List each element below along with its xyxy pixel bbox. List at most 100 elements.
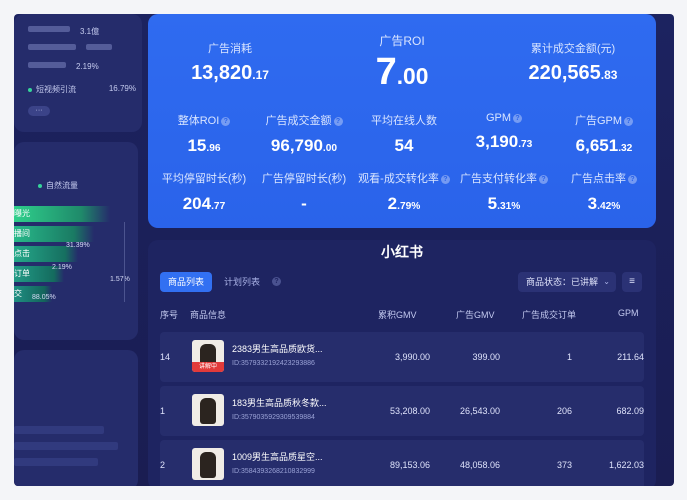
- blurred-value: [86, 44, 112, 50]
- cell-gpm: 1,622.03: [608, 460, 644, 470]
- summary-value: 16.79%: [108, 84, 136, 93]
- placeholder-bar: [14, 442, 118, 450]
- metric-tile: 平均停留时长(秒) 204.77: [154, 170, 254, 214]
- help-icon[interactable]: ?: [628, 174, 637, 184]
- metric-label: 广告消耗: [208, 43, 252, 55]
- product-id: ID:3579332192423293886: [232, 360, 315, 367]
- product-thumbnail[interactable]: [192, 448, 224, 480]
- blurred-label: [28, 26, 70, 32]
- help-icon[interactable]: ?: [333, 116, 343, 126]
- table-row[interactable]: 14 讲解中 2383男生高品质欧货... ID:357933219242329…: [160, 332, 644, 382]
- cell-gmv: 3,990.00: [394, 352, 430, 362]
- funnel-percent: 2.19%: [52, 264, 72, 271]
- cell-gmv: 89,153.06: [389, 460, 430, 470]
- metric-label: 广告点击率?: [554, 170, 654, 186]
- product-image: [200, 398, 216, 424]
- col-header-product[interactable]: 商品信息: [190, 308, 226, 321]
- cell-gpm: 682.09: [616, 406, 644, 416]
- help-icon[interactable]: ?: [272, 277, 281, 286]
- col-header-index[interactable]: 序号: [160, 308, 178, 321]
- live-badge: 讲解中: [192, 362, 224, 372]
- product-thumbnail[interactable]: [192, 394, 224, 426]
- metric-tile: 广告支付转化率? 5.31%: [454, 170, 554, 214]
- metric-label: 广告支付转化率?: [454, 170, 554, 186]
- col-header-ad-orders[interactable]: 广告成交订单: [522, 308, 576, 321]
- metric-value: -: [301, 194, 307, 213]
- table-row[interactable]: 1 183男生高品质秋冬款... ID:3579035929309539884 …: [160, 386, 644, 436]
- col-header-gmv[interactable]: 累积GMV: [378, 308, 417, 321]
- metric-value: 54: [394, 136, 414, 155]
- col-header-gpm[interactable]: GPM: [618, 308, 639, 318]
- table-row[interactable]: 2 1009男生高品质星空... ID:3584393268210832999 …: [160, 440, 644, 486]
- metric-value: 6,651.32: [575, 136, 633, 155]
- row-index: 1: [160, 406, 166, 416]
- chevron-down-icon: ⌄: [603, 277, 610, 286]
- ad-metrics-card: 广告消耗 13,820.17 广告ROI 7.00 累计成交金额(元) 220,…: [148, 14, 656, 228]
- metric-label: GPM?: [454, 112, 554, 124]
- metric-tile: 广告停留时长(秒) -: [254, 170, 354, 214]
- ad-spend-metric: 广告消耗 13,820.17: [170, 40, 290, 85]
- funnel-legend: 自然流量: [38, 180, 78, 191]
- product-status-select[interactable]: 商品状态：已讲解 ⌄: [518, 272, 616, 292]
- metric-label: 平均停留时长(秒): [161, 173, 247, 185]
- metric-value: 220,565.83: [528, 62, 618, 84]
- funnel-panel: 自然流量 曝光 播间 点击 订单 交 31.39% 2.19% 1.57% 88…: [14, 142, 138, 340]
- product-name[interactable]: 1009男生高品质星空...: [232, 450, 323, 463]
- metric-tile: 整体ROI? 15.96: [154, 112, 254, 156]
- metric-label: 广告GPM?: [554, 112, 654, 128]
- metric-value: 3.42%: [587, 194, 621, 213]
- metric-label: 观看-成交转化率?: [354, 170, 454, 186]
- col-header-ad-gmv[interactable]: 广告GMV: [456, 308, 495, 321]
- filter-icon[interactable]: ≡: [622, 272, 642, 292]
- funnel-stage: 曝光: [14, 206, 110, 222]
- table-header: 序号 商品信息 累积GMV 广告GMV 广告成交订单 GPM: [148, 302, 656, 324]
- more-button[interactable]: ···: [28, 106, 50, 116]
- cell-ad-gmv: 26,543.00: [459, 406, 500, 416]
- row-index: 2: [160, 460, 166, 470]
- product-name[interactable]: 2383男生高品质欧货...: [232, 342, 323, 355]
- metric-tile: GPM? 3,190.73: [454, 112, 554, 152]
- metric-value: 2.79%: [387, 194, 421, 213]
- help-icon[interactable]: ?: [624, 116, 634, 126]
- summary-row: 3.1億: [28, 26, 99, 37]
- placeholder-bar: [14, 426, 104, 434]
- metric-tile: 平均在线人数 54: [354, 112, 454, 156]
- bullet-dot: [28, 87, 32, 92]
- product-table-card: 小红书 商品列表 计划列表 ? 商品状态：已讲解 ⌄ ≡ 序号 商品信息 累积GM…: [148, 240, 656, 486]
- metric-label: 整体ROI?: [154, 112, 254, 128]
- placeholder-bar: [14, 458, 98, 466]
- help-icon[interactable]: ?: [513, 113, 523, 123]
- product-id: ID:3584393268210832999: [232, 468, 315, 475]
- cell-ad-orders: 373: [556, 460, 572, 470]
- metric-value: 7.00: [375, 51, 429, 93]
- help-icon[interactable]: ?: [440, 174, 450, 184]
- left-bottom-panel: [14, 350, 138, 486]
- metric-value: 3,190.73: [475, 132, 533, 151]
- ad-roi-metric: 广告ROI 7.00: [342, 32, 462, 94]
- metric-value: 96,790.00: [270, 136, 338, 155]
- help-icon[interactable]: ?: [221, 116, 231, 126]
- summary-value: 2.19%: [76, 62, 99, 71]
- metric-label: 广告成交金额?: [254, 112, 354, 128]
- product-thumbnail[interactable]: 讲解中: [192, 340, 224, 372]
- metric-tile: 广告成交金额? 96,790.00: [254, 112, 354, 156]
- metric-value: 204.77: [182, 194, 226, 213]
- funnel-percent: 31.39%: [66, 242, 90, 249]
- metric-value: 13,820.17: [191, 62, 269, 84]
- help-icon[interactable]: ?: [539, 174, 548, 184]
- cell-gpm: 211.64: [617, 352, 644, 362]
- row-index: 14: [160, 352, 171, 362]
- summary-row: 2.19%: [28, 62, 99, 71]
- left-summary-panel: 3.1億 2.19% 短视频引流 16.79% ···: [14, 14, 142, 132]
- funnel-percent: 88.05%: [32, 294, 56, 301]
- product-name[interactable]: 183男生高品质秋冬款...: [232, 396, 327, 409]
- blurred-label: [28, 62, 66, 68]
- tab-product-list[interactable]: 商品列表: [160, 272, 212, 292]
- cell-ad-gmv: 399.00: [472, 352, 500, 362]
- metric-value: 15.96: [187, 136, 221, 155]
- tab-plan-list[interactable]: 计划列表: [224, 272, 260, 292]
- cell-gmv: 53,208.00: [389, 406, 430, 416]
- summary-value: 3.1億: [80, 27, 100, 36]
- product-image: [200, 452, 216, 478]
- brand-watermark: 小红书: [381, 244, 423, 260]
